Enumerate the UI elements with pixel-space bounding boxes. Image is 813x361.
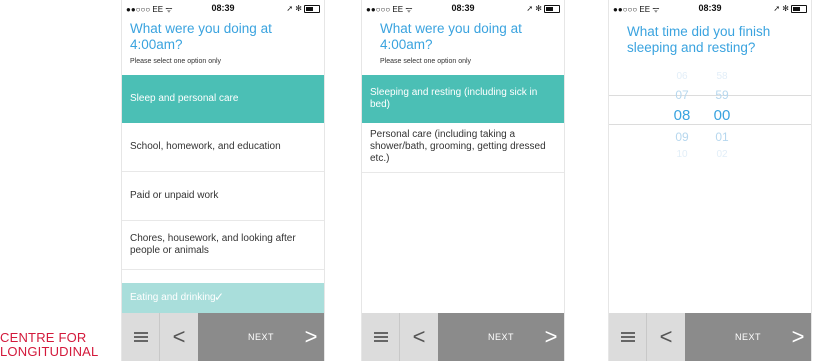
phone-screen-1: ●●○○○ EE ᯤ 08:39 ➚ ✻ What were you doing…: [121, 0, 325, 361]
menu-icon: [373, 332, 388, 342]
menu-button[interactable]: [609, 313, 647, 361]
hint-text: Please select one option only: [380, 58, 472, 65]
option-label: Paid or unpaid work: [130, 190, 219, 201]
menu-button[interactable]: [122, 313, 160, 361]
battery-icon: [791, 4, 807, 13]
minute-value: 58: [716, 71, 728, 82]
minute-value: 59: [715, 88, 729, 102]
hour-value: 06: [676, 71, 688, 82]
option-sleep-personal-care[interactable]: Sleep and personal care: [122, 75, 324, 123]
chevron-right-icon: >: [791, 324, 805, 349]
bottom-nav: < NEXT >: [609, 313, 811, 361]
minute-value: 01: [715, 130, 729, 144]
next-button[interactable]: NEXT >: [198, 313, 324, 361]
minute-value: 02: [716, 149, 728, 160]
location-bluetooth-icons: ➚ ✻: [526, 4, 542, 13]
hour-value: 07: [675, 88, 689, 102]
status-right: ➚ ✻: [773, 4, 807, 13]
next-label: NEXT: [487, 332, 514, 342]
hour-selected: 08: [673, 107, 691, 124]
status-right: ➚ ✻: [526, 4, 560, 13]
option-chores[interactable]: Chores, housework, and looking after peo…: [122, 221, 324, 270]
back-button[interactable]: <: [400, 313, 438, 361]
hour-value: 10: [676, 149, 688, 160]
next-label: NEXT: [734, 332, 761, 342]
logo: CENTRE FOR LONGITUDINAL: [0, 331, 98, 359]
battery-icon: [544, 4, 560, 13]
question-title: What were you doing at 4:00am?: [130, 21, 272, 52]
bottom-nav: < NEXT >: [362, 313, 564, 361]
minute-wheel[interactable]: 58 59 00 01 02: [707, 68, 737, 164]
next-button[interactable]: NEXT >: [438, 313, 564, 361]
bottom-nav: < NEXT >: [122, 313, 324, 361]
back-button[interactable]: <: [647, 313, 685, 361]
chevron-left-icon: <: [412, 324, 426, 349]
back-button[interactable]: <: [160, 313, 198, 361]
menu-icon: [620, 332, 635, 342]
option-label: School, homework, and education: [130, 141, 281, 152]
option-school[interactable]: School, homework, and education: [122, 123, 324, 172]
menu-icon: [133, 332, 148, 342]
chevron-left-icon: <: [172, 324, 186, 349]
option-personal-care[interactable]: Personal care (including taking a shower…: [362, 123, 564, 173]
phone-screen-3: ●●○○○ EE ᯤ 08:39 ➚ ✻ What time did you f…: [608, 0, 812, 361]
location-bluetooth-icons: ➚ ✻: [773, 4, 789, 13]
logo-line-2: LONGITUDINAL: [0, 344, 99, 359]
status-right: ➚ ✻: [286, 4, 320, 13]
option-eating[interactable]: Eating and drinking ✓: [122, 283, 324, 313]
chevron-left-icon: <: [659, 324, 673, 349]
chevron-right-icon: >: [304, 324, 318, 349]
check-icon: ✓: [214, 290, 225, 304]
status-bar: ●●○○○ EE ᯤ 08:39 ➚ ✻: [122, 0, 324, 16]
menu-button[interactable]: [362, 313, 400, 361]
next-button[interactable]: NEXT >: [685, 313, 811, 361]
question-title: What were you doing at 4:00am?: [380, 21, 522, 52]
option-label: Eating and drinking: [130, 292, 216, 303]
hour-value: 09: [675, 130, 689, 144]
hint-text: Please select one option only: [130, 58, 222, 65]
logo-line-1: CENTRE FOR: [0, 330, 87, 345]
option-label: Sleep and personal care: [130, 93, 239, 104]
next-label: NEXT: [247, 332, 274, 342]
phone-screen-2: ●●○○○ EE ᯤ 08:39 ➚ ✻ What were you doing…: [361, 0, 565, 361]
option-work[interactable]: Paid or unpaid work: [122, 172, 324, 221]
option-label: Chores, housework, and looking after peo…: [130, 233, 296, 256]
status-bar: ●●○○○ EE ᯤ 08:39 ➚ ✻: [362, 0, 564, 16]
option-sleeping-resting[interactable]: Sleeping and resting (including sick in …: [362, 75, 564, 123]
chevron-right-icon: >: [544, 324, 558, 349]
option-label: Sleeping and resting (including sick in …: [370, 87, 538, 110]
location-bluetooth-icons: ➚ ✻: [286, 4, 302, 13]
battery-icon: [304, 4, 320, 13]
status-bar: ●●○○○ EE ᯤ 08:39 ➚ ✻: [609, 0, 811, 16]
minute-selected: 00: [713, 107, 731, 124]
time-picker[interactable]: 06 07 08 09 10 58 59 00 01 02: [609, 68, 811, 160]
question-title: What time did you finish sleeping and re…: [627, 24, 771, 55]
option-label: Personal care (including taking a shower…: [370, 129, 546, 164]
hour-wheel[interactable]: 06 07 08 09 10: [667, 68, 697, 164]
